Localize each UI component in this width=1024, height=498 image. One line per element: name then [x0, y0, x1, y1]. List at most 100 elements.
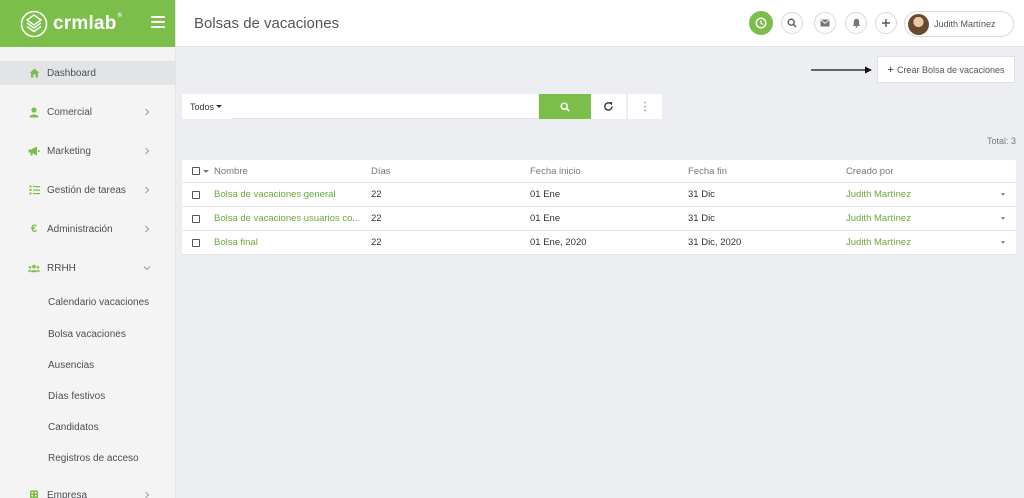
row-fecha-inicio: 01 Ene, 2020 — [530, 237, 587, 248]
refresh-icon — [604, 102, 613, 111]
row-creado-por-link[interactable]: Judith Martínez — [846, 231, 911, 254]
sidebar-item-dashboard[interactable]: Dashboard — [0, 61, 176, 85]
create-bolsa-button[interactable]: + Crear Bolsa de vacaciones — [877, 56, 1015, 83]
sidebar-item-gestion-tareas[interactable]: Gestión de tareas — [0, 178, 176, 202]
column-header-fecha-fin[interactable]: Fecha fin — [688, 160, 727, 182]
crmlab-logo-icon — [20, 10, 48, 37]
bell-icon — [852, 18, 860, 28]
row-fecha-fin: 31 Dic, 2020 — [688, 237, 742, 248]
sidebar-subitem-registros-acceso[interactable]: Registros de acceso — [48, 453, 139, 464]
filter-dropdown[interactable]: Todos — [182, 94, 232, 119]
row-creado-por-link[interactable]: Judith Martínez — [846, 207, 911, 230]
menu-toggle-icon[interactable] — [151, 16, 165, 28]
sidebar-subitem-ausencias[interactable]: Ausencias — [48, 360, 94, 371]
create-bolsa-label: Crear Bolsa de vacaciones — [896, 64, 1005, 75]
chevron-down-icon — [143, 266, 151, 271]
filter-label: Todos — [190, 101, 215, 112]
row-actions-caret-icon[interactable] — [1001, 217, 1005, 220]
sidebar-item-empresa[interactable]: Empresa — [0, 483, 176, 498]
plus-icon: + — [887, 63, 894, 76]
sidebar-item-label: Administración — [47, 223, 113, 235]
chevron-right-icon — [145, 225, 150, 233]
checkbox-box — [192, 238, 200, 247]
sidebar-item-administracion[interactable]: € Administración — [0, 217, 176, 241]
sidebar-subitem-dias-festivos[interactable]: Días festivos — [48, 391, 105, 402]
envelope-icon — [820, 19, 830, 27]
home-icon — [28, 67, 40, 79]
building-icon — [28, 489, 40, 498]
table-row[interactable]: Bolsa de vacaciones general 22 01 Ene 31… — [182, 183, 1016, 207]
sidebar-item-label: Gestión de tareas — [47, 184, 126, 196]
arrow-annotation-icon — [811, 66, 872, 74]
column-header-creado-por[interactable]: Creado por — [846, 160, 894, 182]
row-fecha-inicio: 01 Ene — [530, 189, 561, 200]
refresh-button[interactable] — [591, 94, 626, 119]
row-creado-por-link[interactable]: Judith Martínez — [846, 183, 911, 206]
tasks-icon — [28, 184, 40, 196]
sidebar-item-label: Marketing — [47, 145, 91, 157]
search-input[interactable] — [232, 94, 538, 119]
sidebar-subitem-candidatos[interactable]: Candidatos — [48, 422, 99, 433]
more-options-button[interactable] — [628, 94, 662, 119]
table-row[interactable]: Bolsa de vacaciones usuarios co... 22 01… — [182, 207, 1016, 231]
sidebar-item-marketing[interactable]: Marketing — [0, 139, 176, 163]
add-button[interactable] — [875, 12, 897, 34]
clock-button[interactable] — [749, 11, 773, 35]
top-header: Bolsas de vacaciones Judith Martínez — [176, 0, 1024, 47]
checkbox-box — [192, 190, 200, 199]
row-actions-caret-icon[interactable] — [1001, 193, 1005, 196]
row-dias: 22 — [371, 189, 382, 200]
caret-down-icon — [216, 105, 223, 108]
logo[interactable]: crmlab® — [0, 0, 175, 47]
sidebar-subitem-bolsa-vacaciones[interactable]: Bolsa vacaciones — [48, 329, 126, 340]
bolsas-table: Nombre Días Fecha inicio Fecha fin Cread… — [182, 160, 1016, 255]
row-actions-caret-icon[interactable] — [1001, 241, 1005, 244]
table-header: Nombre Días Fecha inicio Fecha fin Cread… — [182, 160, 1016, 183]
chevron-right-icon — [145, 147, 150, 155]
chevron-right-icon — [145, 491, 150, 498]
user-menu[interactable]: Judith Martínez — [904, 11, 1014, 37]
column-header-dias[interactable]: Días — [371, 160, 391, 182]
user-icon — [28, 106, 40, 118]
plus-icon — [882, 19, 890, 27]
sidebar-item-comercial[interactable]: Comercial — [0, 100, 176, 124]
clock-icon — [755, 17, 767, 29]
sidebar-subitem-calendario-vacaciones[interactable]: Calendario vacaciones — [48, 297, 149, 308]
sidebar-item-rrhh[interactable]: RRHH — [0, 256, 176, 280]
row-fecha-fin: 31 Dic — [688, 213, 715, 224]
avatar — [908, 13, 929, 35]
users-icon — [28, 262, 40, 274]
search-icon — [787, 18, 797, 28]
row-checkbox[interactable] — [192, 207, 200, 230]
messages-button[interactable] — [814, 12, 836, 34]
row-dias: 22 — [371, 213, 382, 224]
chevron-right-icon — [145, 186, 150, 194]
search-submit-button[interactable] — [539, 94, 591, 119]
more-vertical-icon — [644, 101, 646, 112]
row-nombre-link[interactable]: Bolsa de vacaciones usuarios co... — [214, 207, 366, 230]
column-header-nombre[interactable]: Nombre — [214, 160, 248, 182]
chevron-right-icon — [145, 108, 150, 116]
sidebar: crmlab® Dashboard Comercial Marketing Ge… — [0, 0, 176, 498]
sidebar-item-label: Dashboard — [47, 67, 96, 79]
search-icon — [560, 101, 570, 112]
sidebar-item-label: Comercial — [47, 106, 93, 118]
notifications-button[interactable] — [845, 12, 867, 34]
row-checkbox[interactable] — [192, 183, 200, 206]
sidebar-item-label: RRHH — [47, 262, 76, 274]
total-count: Total: 3 — [986, 136, 1016, 146]
row-nombre-link[interactable]: Bolsa final — [214, 231, 366, 254]
row-checkbox[interactable] — [192, 231, 200, 254]
euro-icon: € — [30, 223, 38, 235]
select-all-checkbox[interactable] — [192, 160, 209, 182]
table-row[interactable]: Bolsa final 22 01 Ene, 2020 31 Dic, 2020… — [182, 231, 1016, 255]
column-header-fecha-inicio[interactable]: Fecha inicio — [530, 160, 581, 182]
row-fecha-inicio: 01 Ene — [530, 213, 561, 224]
caret-down-icon — [203, 169, 209, 173]
row-dias: 22 — [371, 237, 382, 248]
search-button[interactable] — [781, 12, 803, 34]
user-name: Judith Martínez — [934, 19, 996, 29]
brand-name: crmlab® — [53, 12, 123, 34]
row-nombre-link[interactable]: Bolsa de vacaciones general — [214, 183, 366, 206]
page-title: Bolsas de vacaciones — [194, 15, 340, 32]
